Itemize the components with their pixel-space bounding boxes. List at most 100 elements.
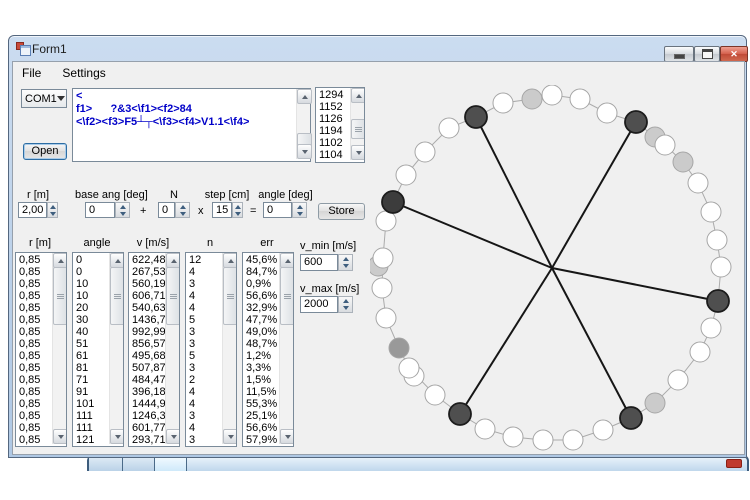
- list-row[interactable]: 0,85: [16, 338, 52, 350]
- list-row[interactable]: 1246,3: [129, 410, 165, 422]
- angle-value[interactable]: 0: [263, 202, 292, 218]
- angle-stepper[interactable]: 0: [263, 202, 307, 218]
- list-row[interactable]: 1436,7: [129, 314, 165, 326]
- reading-row[interactable]: 1104: [316, 149, 350, 161]
- menu-file[interactable]: File: [13, 62, 50, 84]
- scrollbar-thumb[interactable]: [223, 267, 237, 325]
- background-window-tab-active[interactable]: [155, 457, 187, 471]
- list-row[interactable]: 3: [186, 410, 222, 422]
- ring-node[interactable]: [645, 393, 665, 413]
- list-row[interactable]: 10: [73, 290, 109, 302]
- scroll-up-icon[interactable]: [110, 253, 124, 268]
- ring-node[interactable]: [711, 257, 731, 277]
- list-row[interactable]: 91: [73, 386, 109, 398]
- com-port-select[interactable]: COM1: [21, 89, 67, 108]
- list-row[interactable]: 111: [73, 410, 109, 422]
- list-row[interactable]: 507,87: [129, 362, 165, 374]
- list-row[interactable]: 3,3%: [243, 362, 279, 374]
- ring-node[interactable]: [563, 430, 583, 450]
- list-row[interactable]: 2: [186, 374, 222, 386]
- list-row[interactable]: 606,71: [129, 290, 165, 302]
- ring-node[interactable]: [373, 248, 393, 268]
- scrollbar-thumb[interactable]: [280, 267, 294, 325]
- list-row[interactable]: 856,57: [129, 338, 165, 350]
- serial-scrollbar[interactable]: [296, 89, 310, 159]
- scroll-up-icon[interactable]: [53, 253, 67, 268]
- list-row[interactable]: 3: [186, 278, 222, 290]
- close-button[interactable]: ✕: [720, 46, 748, 62]
- reading-row[interactable]: 1152: [316, 101, 350, 113]
- list-row[interactable]: 49,0%: [243, 326, 279, 338]
- list-row[interactable]: 4: [186, 290, 222, 302]
- scrollbar-thumb[interactable]: [166, 267, 180, 325]
- ring-node[interactable]: [389, 338, 409, 358]
- list-row[interactable]: 32,9%: [243, 302, 279, 314]
- list-row[interactable]: 4: [186, 302, 222, 314]
- list-row[interactable]: 992,99: [129, 326, 165, 338]
- spinner-icon[interactable]: [232, 202, 243, 218]
- scroll-down-icon[interactable]: [297, 144, 312, 159]
- list-row[interactable]: 20: [73, 302, 109, 314]
- list-row[interactable]: 0,85: [16, 278, 52, 290]
- list-row[interactable]: 84,7%: [243, 266, 279, 278]
- ring-node[interactable]: [399, 358, 419, 378]
- list-row[interactable]: 81: [73, 362, 109, 374]
- list-row[interactable]: 560,19: [129, 278, 165, 290]
- step-stepper[interactable]: 15: [212, 202, 243, 218]
- spinner-icon[interactable]: [292, 202, 307, 218]
- list-row[interactable]: 396,18: [129, 386, 165, 398]
- scroll-up-icon[interactable]: [297, 89, 312, 104]
- ring-node[interactable]: [493, 93, 513, 113]
- list-row[interactable]: 293,71: [129, 434, 165, 445]
- v-max-stepper[interactable]: 2000: [300, 296, 353, 313]
- list-row[interactable]: 0,85: [16, 302, 52, 314]
- list-row[interactable]: 3: [186, 434, 222, 445]
- angle-list[interactable]: 0010102030405161817191101111111121: [72, 252, 124, 447]
- list-scrollbar[interactable]: [109, 253, 123, 444]
- ring-node[interactable]: [372, 278, 392, 298]
- list-scrollbar[interactable]: [165, 253, 179, 444]
- ring-node[interactable]: [415, 142, 435, 162]
- ring-node[interactable]: [376, 308, 396, 328]
- scroll-up-icon[interactable]: [351, 88, 365, 103]
- list-row[interactable]: 0,85: [16, 434, 52, 445]
- list-row[interactable]: 0,85: [16, 422, 52, 434]
- ring-node-selected[interactable]: [707, 290, 729, 312]
- list-row[interactable]: 12: [186, 254, 222, 266]
- ring-node[interactable]: [690, 342, 710, 362]
- ring-node[interactable]: [570, 89, 590, 109]
- r-value[interactable]: 2,00: [18, 202, 47, 218]
- list-row[interactable]: 55,3%: [243, 398, 279, 410]
- list-row[interactable]: 0,85: [16, 374, 52, 386]
- list-row[interactable]: 11,5%: [243, 386, 279, 398]
- list-scrollbar[interactable]: [52, 253, 66, 444]
- store-button[interactable]: Store: [318, 203, 365, 220]
- scroll-down-icon[interactable]: [223, 429, 237, 444]
- scroll-up-icon[interactable]: [223, 253, 237, 268]
- ring-node[interactable]: [655, 135, 675, 155]
- list-row[interactable]: 3: [186, 362, 222, 374]
- list-row[interactable]: 51: [73, 338, 109, 350]
- list-row[interactable]: 540,63: [129, 302, 165, 314]
- list-row[interactable]: 40: [73, 326, 109, 338]
- ring-node[interactable]: [688, 173, 708, 193]
- list-row[interactable]: 495,68: [129, 350, 165, 362]
- list-row[interactable]: 0: [73, 254, 109, 266]
- ring-node[interactable]: [396, 165, 416, 185]
- ring-node[interactable]: [439, 118, 459, 138]
- scroll-down-icon[interactable]: [110, 429, 124, 444]
- list-row[interactable]: 0,85: [16, 290, 52, 302]
- list-row[interactable]: 0,85: [16, 386, 52, 398]
- list-row[interactable]: 0,85: [16, 362, 52, 374]
- list-row[interactable]: 5: [186, 350, 222, 362]
- scroll-up-icon[interactable]: [166, 253, 180, 268]
- scrollbar-thumb[interactable]: [110, 267, 124, 325]
- list-row[interactable]: 484,47: [129, 374, 165, 386]
- menu-settings[interactable]: Settings: [53, 62, 114, 84]
- list-row[interactable]: 0: [73, 266, 109, 278]
- ring-node[interactable]: [597, 103, 617, 123]
- list-row[interactable]: 61: [73, 350, 109, 362]
- err-list[interactable]: 45,6%84,7%0,9%56,6%32,9%47,7%49,0%48,7%1…: [242, 252, 294, 447]
- scrollbar-thumb[interactable]: [53, 267, 67, 325]
- reading-row[interactable]: 1102: [316, 137, 350, 149]
